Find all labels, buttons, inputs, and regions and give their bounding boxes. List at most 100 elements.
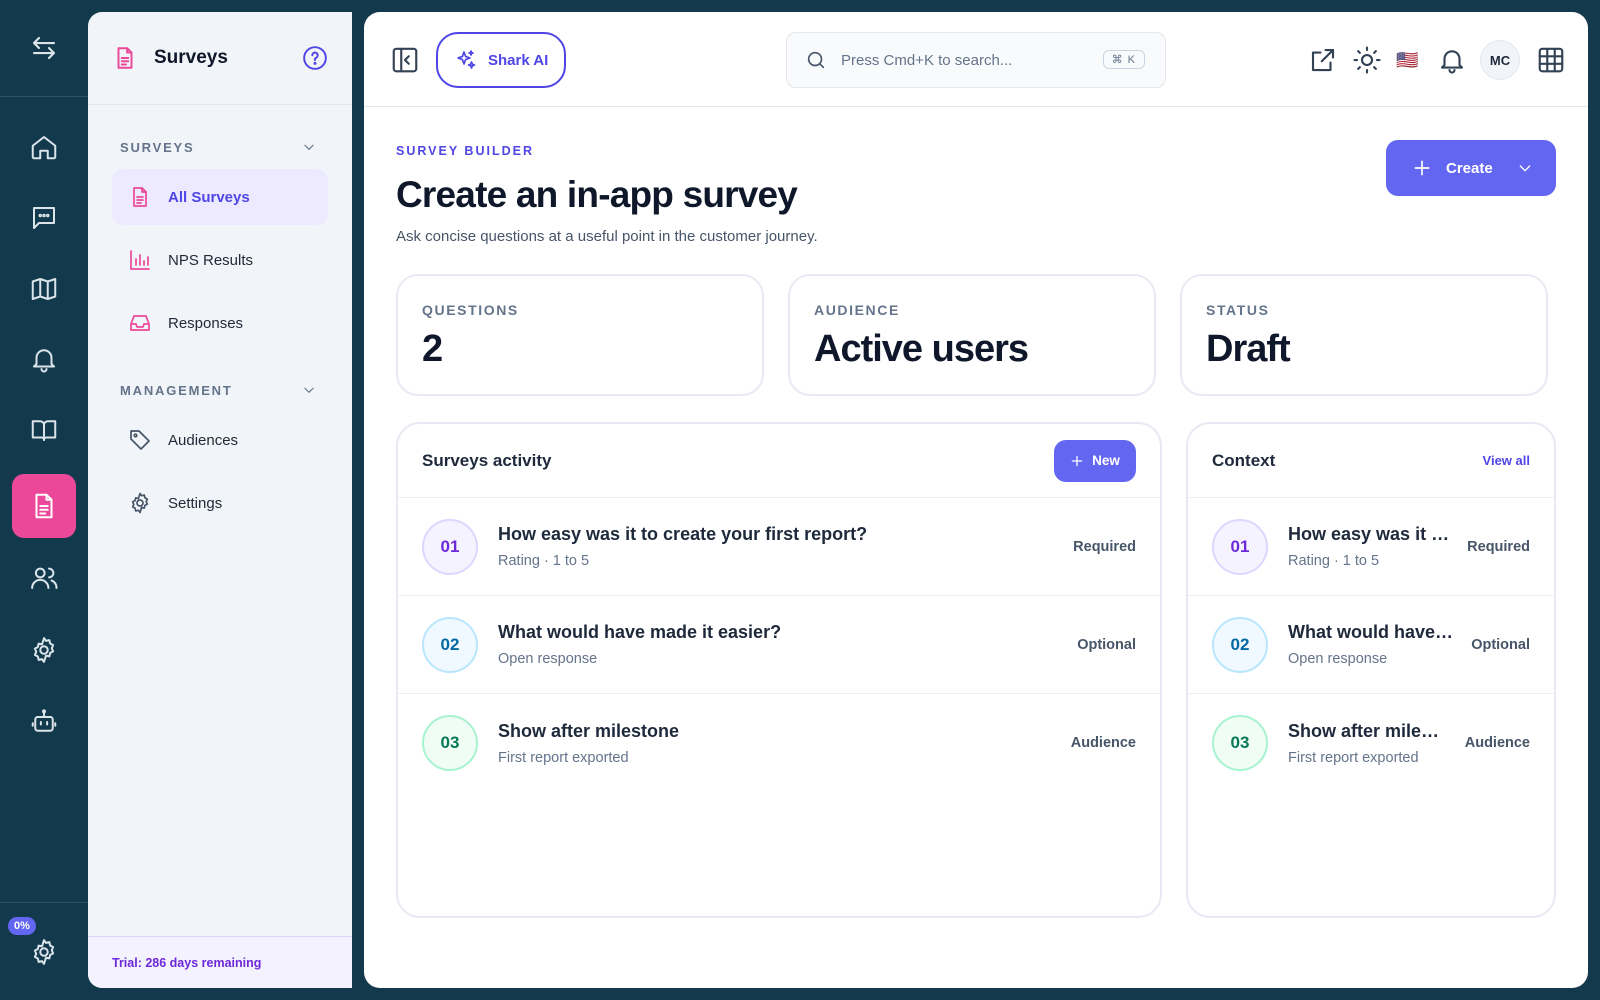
chevron-down-icon[interactable] [302,383,316,397]
sidebar-item-label: Audiences [168,431,239,449]
section-label-management: MANAGEMENT [120,383,233,398]
list-item[interactable]: 01 How easy was it to create your first … [398,498,1160,596]
question-meta: Open response [1288,651,1388,667]
open-external-button[interactable] [1308,45,1338,75]
card-title: Surveys activity [422,450,552,470]
new-label: New [1092,453,1120,468]
sparkles-icon [457,50,476,69]
surveys-activity-card: Surveys activity New 01 How easy was it … [396,422,1162,918]
question-number: 03 [1212,715,1268,771]
rail-notifications-button[interactable] [12,327,76,391]
question-number: 01 [1212,518,1268,575]
stat-card-status: STATUS Draft [1180,274,1548,396]
document-icon [35,493,53,519]
rail-surveys-button[interactable] [12,474,76,538]
help-icon[interactable] [302,45,328,71]
stat-value: Active users [814,328,1029,370]
users-icon [31,567,58,589]
question-text: What would have made it easier? [1288,622,1456,642]
new-button[interactable]: New [1054,439,1136,482]
sidebar-item-nps-results[interactable]: NPS Results [112,232,328,288]
apps-grid-button[interactable] [1536,45,1566,75]
sidebar-item-audiences[interactable]: Audiences [112,412,328,468]
question-tag: Optional [1077,636,1136,653]
view-all-link[interactable]: View all [1483,453,1530,468]
question-text: What would have made it easier? [498,622,782,642]
question-meta: Rating · 1 to 5 [1288,553,1380,569]
bar-chart-icon [130,250,150,270]
home-icon [31,136,57,160]
list-item[interactable]: 02 What would have made it easier? Open … [398,596,1160,694]
rail-bot-button[interactable] [12,690,76,754]
chevron-down-icon[interactable] [302,140,316,154]
search-bar[interactable]: ⌘ K [786,32,1166,88]
question-text: How easy was it to create your first rep… [498,524,868,544]
surveys-sidebar: Surveys SURVEYS All Surveys NPS Results … [88,12,352,988]
map-icon [31,278,57,300]
shark-ai-button[interactable]: Shark AI [436,32,566,88]
question-number: 02 [1212,616,1268,673]
list-item[interactable]: 03 Show after milestone First report exp… [398,694,1160,792]
question-tag: Required [1467,538,1530,555]
list-item[interactable]: 03 Show after milestone First report exp… [1188,694,1554,792]
question-meta: Open response [498,651,598,667]
sidebar-item-settings[interactable]: Settings [112,475,328,531]
page-eyebrow: SURVEY BUILDER [396,144,534,158]
question-text: Show after milestone [498,720,680,741]
sidebar-item-all-surveys[interactable]: All Surveys [112,169,328,225]
section-label-surveys: SURVEYS [120,140,195,155]
book-icon [31,420,57,441]
sidebar-item-label: Settings [168,494,223,512]
sidebar-toggle-icon[interactable] [390,45,420,75]
rail-knowledge-button[interactable] [12,398,76,462]
progress-badge: 0% [8,917,36,935]
robot-icon [31,709,57,732]
rail-map-button[interactable] [12,257,76,321]
list-item[interactable]: 02 What would have made it easier? Open … [1188,596,1554,694]
language-flag[interactable]: 🇺🇸 [1396,45,1426,75]
chevron-down-icon [1519,165,1531,172]
swap-arrows-icon[interactable] [29,33,59,63]
tag-icon [130,430,150,450]
question-meta: First report exported [1288,749,1419,766]
rail-settings-button[interactable] [12,618,76,682]
question-meta: Rating · 1 to 5 [498,553,590,569]
question-text: How easy was it to create your first rep… [1288,524,1451,544]
trial-banner[interactable]: Trial: 286 days remaining [88,936,352,988]
sidebar-item-responses[interactable]: Responses [112,295,328,351]
sidebar-header: Surveys [88,12,352,105]
create-button[interactable]: Create [1386,140,1556,196]
question-number: 01 [422,518,478,575]
theme-toggle-button[interactable] [1352,45,1382,75]
gear-icon [131,492,149,514]
question-number: 03 [422,715,478,771]
question-meta: First report exported [498,749,629,766]
rail-users-button[interactable] [12,546,76,610]
stat-label: QUESTIONS [422,302,519,318]
document-icon [133,187,147,207]
card-header: Surveys activity New [398,424,1160,498]
gear-icon [33,637,55,663]
rail-home-button[interactable] [12,115,76,179]
list-item[interactable]: 01 How easy was it to create your first … [1188,498,1554,596]
question-number: 02 [422,616,478,673]
chat-icon [33,207,55,229]
external-link-icon [1311,48,1335,72]
icon-rail: 0% [0,0,88,1000]
search-input[interactable] [841,51,1101,69]
avatar[interactable]: MC [1480,40,1520,80]
plus-icon [1414,160,1430,176]
top-bar: Shark AI ⌘ K 🇺🇸 MC [364,12,1588,107]
sidebar-item-label: NPS Results [168,251,254,269]
search-icon [807,51,825,69]
bell-icon [33,349,55,373]
bell-icon [1440,50,1464,74]
sidebar-item-label: Responses [168,314,244,332]
document-icon [117,47,133,69]
rail-messages-button[interactable] [12,186,76,250]
notifications-button[interactable] [1437,45,1467,75]
page-title: Create an in-app survey [396,174,798,215]
card-title: Context [1212,450,1276,470]
question-tag: Required [1073,538,1136,555]
stat-card-questions: QUESTIONS 2 [396,274,764,396]
